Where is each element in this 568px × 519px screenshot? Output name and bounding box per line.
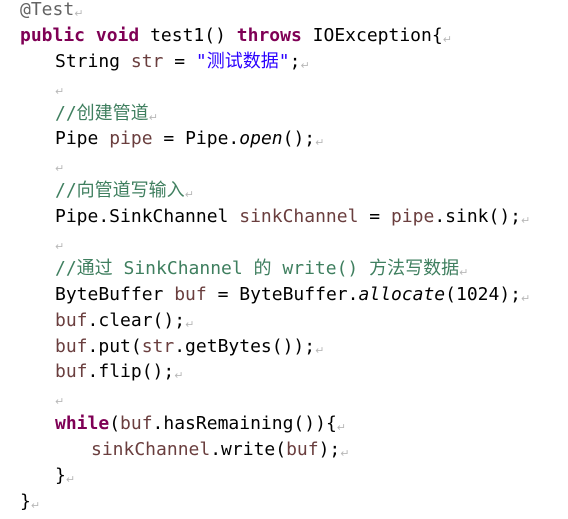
variable-name: str: [130, 50, 164, 72]
code-line-12: ByteBuffer buf = ByteBuffer.allocate(102…: [20, 282, 565, 308]
type-name: Pipe: [55, 128, 99, 150]
keyword-while: while: [55, 413, 110, 435]
operator: = Pipe.: [152, 128, 240, 150]
statement-end: .hasRemaining()){: [152, 413, 337, 435]
statement-end: (1024);: [445, 283, 522, 305]
closing-brace: }: [20, 490, 31, 512]
operator: = ByteBuffer.: [206, 283, 359, 305]
keyword-void: void: [95, 24, 140, 46]
paragraph-mark-icon: ↵: [521, 291, 531, 305]
paragraph-mark-icon: ↵: [148, 110, 158, 124]
method-declaration: test1(): [139, 24, 237, 46]
paragraph-mark-icon: ↵: [459, 265, 469, 279]
variable-reference: buf: [120, 413, 153, 435]
code-line-10-empty: ↵: [20, 230, 565, 256]
paren-open: (: [109, 413, 121, 435]
statement-end: .getBytes());: [174, 335, 316, 357]
paragraph-mark-icon: ↵: [315, 343, 325, 357]
paragraph-mark-icon: ↵: [442, 32, 452, 46]
variable-name: sinkChannel: [239, 206, 359, 228]
paragraph-mark-icon: ↵: [185, 317, 195, 331]
operator: =: [358, 206, 391, 228]
keyword-public: public: [20, 24, 86, 46]
variable-reference: buf: [55, 335, 88, 357]
statement-end: ();: [282, 128, 316, 150]
code-line-2: public void test1() throws IOException{↵: [20, 23, 565, 49]
code-line-13: buf.clear();↵: [20, 308, 565, 334]
statement-end: ;: [289, 50, 301, 72]
closing-brace: }: [55, 465, 66, 487]
paragraph-mark-icon: ↵: [55, 162, 65, 176]
paragraph-mark-icon: ↵: [521, 214, 531, 228]
code-comment: //创建管道: [55, 102, 149, 124]
test-annotation: @Test: [20, 0, 75, 20]
paragraph-mark-icon: ↵: [336, 421, 346, 435]
code-line-15: buf.flip();↵: [20, 359, 565, 385]
statement-end: .sink();: [434, 206, 522, 228]
code-comment: //向管道写输入: [55, 180, 185, 202]
variable-reference: str: [141, 335, 175, 357]
method-call: .write(: [210, 439, 287, 461]
code-line-18: sinkChannel.write(buf);↵: [20, 437, 565, 463]
variable-reference: pipe: [390, 206, 435, 228]
code-line-9: Pipe.SinkChannel sinkChannel = pipe.sink…: [20, 204, 565, 230]
statement-end: );: [318, 439, 341, 461]
code-line-11: //通过 SinkChannel 的 write() 方法写数据↵: [20, 256, 565, 282]
code-line-1: @Test↵: [20, 0, 565, 23]
variable-name: buf: [174, 283, 207, 305]
code-line-4-empty: ↵: [20, 75, 565, 101]
paragraph-mark-icon: ↵: [55, 395, 65, 409]
code-line-17: while(buf.hasRemaining()){↵: [20, 411, 565, 437]
type-name: Pipe.SinkChannel: [55, 206, 229, 228]
variable-reference: buf: [55, 309, 88, 331]
type-name: String: [55, 50, 121, 72]
code-line-8: //向管道写输入↵: [20, 178, 565, 204]
code-line-3: String str = "测试数据";↵: [20, 49, 565, 75]
variable-name: pipe: [109, 128, 153, 150]
code-line-16-empty: ↵: [20, 385, 565, 411]
paragraph-mark-icon: ↵: [174, 369, 184, 383]
paragraph-mark-icon: ↵: [65, 473, 76, 487]
keyword-throws: throws: [236, 24, 302, 46]
code-line-14: buf.put(str.getBytes());↵: [20, 334, 565, 360]
code-editor: @Test↵ public void test1() throws IOExce…: [20, 0, 565, 512]
exception-type: IOException{: [301, 24, 443, 46]
type-name: ByteBuffer: [55, 283, 164, 305]
code-line-6: Pipe pipe = Pipe.open();↵: [20, 126, 565, 152]
method-call: .put(: [87, 335, 142, 357]
paragraph-mark-icon: ↵: [74, 7, 84, 20]
static-method-call: open: [239, 128, 283, 150]
static-method-call: allocate: [358, 283, 446, 305]
paragraph-mark-icon: ↵: [340, 447, 350, 461]
code-line-7-empty: ↵: [20, 152, 565, 178]
paragraph-mark-icon: ↵: [315, 136, 325, 150]
code-line-5: //创建管道↵: [20, 101, 565, 127]
paragraph-mark-icon: ↵: [55, 240, 65, 254]
string-literal: "测试数据": [195, 50, 290, 72]
code-comment: //通过 SinkChannel 的 write() 方法写数据: [55, 257, 460, 279]
statement-end: .clear();: [87, 309, 186, 331]
paragraph-mark-icon: ↵: [55, 84, 65, 98]
code-line-19: }↵: [20, 463, 565, 489]
statement-end: .flip();: [87, 361, 175, 383]
variable-reference: sinkChannel: [91, 439, 211, 461]
paragraph-mark-icon: ↵: [300, 58, 310, 72]
paragraph-mark-icon: ↵: [184, 188, 194, 202]
paragraph-mark-icon: ↵: [30, 498, 41, 512]
operator: =: [163, 50, 196, 72]
variable-reference: buf: [286, 439, 319, 461]
variable-reference: buf: [55, 361, 88, 383]
